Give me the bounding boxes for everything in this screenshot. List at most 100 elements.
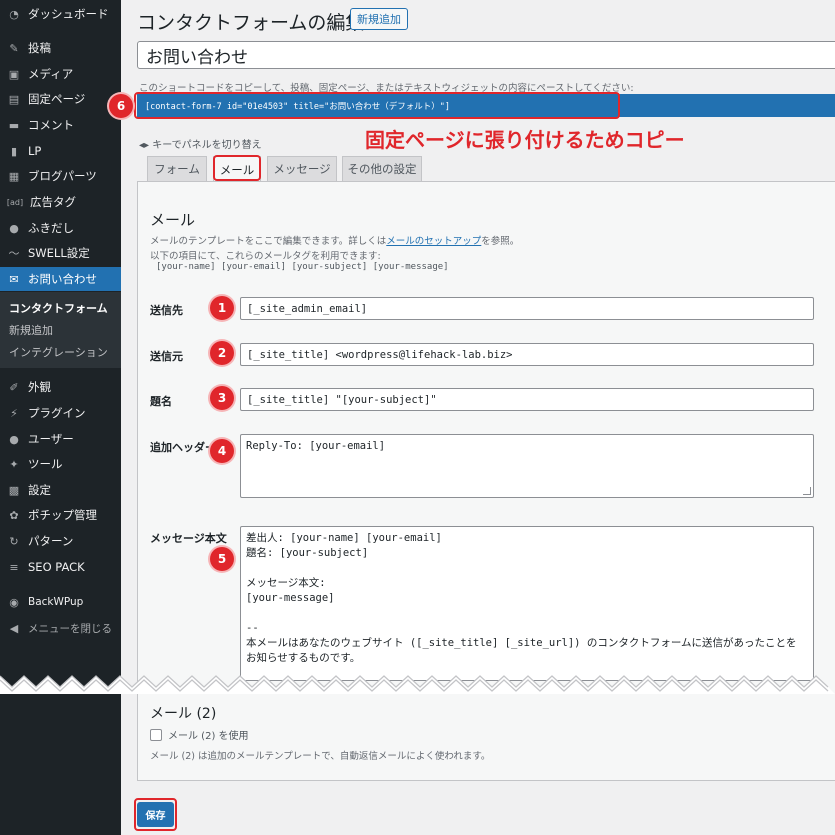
sidebar-item-14[interactable]: ✦ ツール xyxy=(0,452,121,476)
tab-message[interactable]: メッセージ xyxy=(267,156,337,181)
subject-label: 題名 xyxy=(150,395,172,408)
body-textarea[interactable]: 差出人: [your-name] [your-email] 題名: [your-… xyxy=(240,526,814,681)
sidebar-item-9[interactable]: 〜 SWELL設定 xyxy=(0,241,121,265)
sidebar-item-12[interactable]: ⚡ プラグイン xyxy=(0,401,121,425)
mail2-title: メール (2) xyxy=(150,706,217,722)
headers-text: Reply-To: [your-email] xyxy=(246,440,386,452)
sidebar-item-7[interactable]: [ad] 広告タグ xyxy=(0,190,121,214)
mail-desc-before: メールのテンプレートをここで編集できます。詳しくは xyxy=(150,236,387,247)
mail-description: メールのテンプレートをここで編集できます。詳しくはメールのセットアップを参照。 xyxy=(150,233,519,247)
backwpup-icon: ◉ xyxy=(9,595,19,609)
sidebar-item-label: ダッシュボード xyxy=(28,7,109,21)
tab-other-settings[interactable]: その他の設定 xyxy=(342,156,422,181)
contact-submenu: コンタクトフォーム 新規追加 インテグレーション xyxy=(0,292,121,368)
save-button[interactable]: 保存 xyxy=(137,802,174,827)
media-icon: ▣ xyxy=(8,67,20,81)
sidebar-item-label: ポチップ管理 xyxy=(28,508,97,522)
brush-icon: ✐ xyxy=(9,380,19,394)
sidebar-item-10[interactable]: ✉ お問い合わせ xyxy=(0,267,121,291)
plugin-icon: ⚡ xyxy=(10,406,18,420)
sidebar-item-18[interactable]: ≡ SEO PACK xyxy=(0,555,121,579)
sidebar-item-label: 設定 xyxy=(28,483,51,497)
headers-textarea[interactable]: Reply-To: [your-email] xyxy=(240,434,814,498)
page-icon: ▤ xyxy=(8,92,20,106)
sidebar-item-label: ツール xyxy=(28,457,63,471)
resize-handle[interactable] xyxy=(803,487,811,495)
panel-switch-hint: ◂▸ キーでパネルを切り替え xyxy=(139,140,262,151)
paw-icon: ✿ xyxy=(9,508,19,522)
shortcode-field[interactable]: [contact-form-7 id="01e4503" title="お問い合… xyxy=(137,94,835,117)
comment-icon: ▬ xyxy=(8,118,20,132)
mail-desc-after: を参照。 xyxy=(481,236,520,247)
sidebar-item-label: SWELL設定 xyxy=(28,246,90,260)
dashboard-icon: ◔ xyxy=(9,7,19,21)
sidebar-item-label: SEO PACK xyxy=(28,560,85,574)
sidebar-item-label: お問い合わせ xyxy=(28,272,97,286)
seo-icon: ≡ xyxy=(9,560,19,574)
submenu-item-add-new[interactable]: 新規追加 xyxy=(9,322,53,338)
sidebar-item-8[interactable]: ● ふきだし xyxy=(0,216,121,240)
sidebar-item-15[interactable]: ▩ 設定 xyxy=(0,478,121,502)
document-icon: ▮ xyxy=(10,144,18,158)
sidebar-item-11[interactable]: ✐ 外観 xyxy=(0,375,121,399)
mail-setup-link[interactable]: メールのセットアップ xyxy=(386,236,481,247)
swell-icon: 〜 xyxy=(8,247,20,260)
mail2-checkbox-row[interactable]: メール (2) を使用 xyxy=(150,727,249,742)
form-title-input[interactable]: お問い合わせ xyxy=(137,41,835,69)
shortcode-description: このショートコードをコピーして、投稿、固定ページ、またはテキストウィジェットの内… xyxy=(139,83,634,94)
step-badge-5: 5 xyxy=(210,547,234,571)
step-badge-2: 2 xyxy=(210,341,234,365)
subject-input[interactable]: [_site_title] "[your-subject]" xyxy=(240,388,814,411)
to-input[interactable]: [_site_admin_email] xyxy=(240,297,814,320)
sidebar-item-label: 投稿 xyxy=(28,41,51,55)
sidebar-item-label: BackWPup xyxy=(28,596,84,608)
user-icon: ● xyxy=(9,432,19,446)
step-badge-3: 3 xyxy=(210,386,234,410)
sidebar-item-16[interactable]: ✿ ポチップ管理 xyxy=(0,503,121,527)
sidebar-item-17[interactable]: ↻ パターン xyxy=(0,529,121,553)
sidebar-item-0[interactable]: ◔ ダッシュボード xyxy=(0,2,121,26)
tab-form[interactable]: フォーム xyxy=(147,156,207,181)
sidebar-item-label: メニューを閉じる xyxy=(28,622,112,635)
sidebar-item-label: LP xyxy=(28,144,42,158)
main-content: コンタクトフォームの編集 新規追加 お問い合わせ このショートコードをコピーして… xyxy=(109,0,835,835)
wrench-icon: ✦ xyxy=(9,457,19,471)
cut-indicator xyxy=(0,675,835,694)
step-badge-6: 6 xyxy=(109,94,133,118)
sidebar-item-2[interactable]: ▣ メディア xyxy=(0,62,121,86)
sidebar-item-20[interactable]: ◀ メニューを閉じる xyxy=(0,616,121,640)
from-input[interactable]: [_site_title] <wordpress@lifehack-lab.bi… xyxy=(240,343,814,366)
mail2-checkbox[interactable] xyxy=(150,728,162,741)
to-label: 送信先 xyxy=(150,304,183,317)
sidebar-item-label: ふきだし xyxy=(28,221,74,235)
settings-icon: ▩ xyxy=(8,483,20,497)
from-label: 送信元 xyxy=(150,350,183,363)
sidebar-item-6[interactable]: ▦ ブログパーツ xyxy=(0,164,121,188)
sidebar-item-19[interactable]: ◉ BackWPup xyxy=(0,590,121,614)
sidebar-item-label: プラグイン xyxy=(28,406,86,420)
mail-icon: ✉ xyxy=(9,272,19,286)
sidebar-item-1[interactable]: ✎ 投稿 xyxy=(0,36,121,60)
headers-label: 追加ヘッダー xyxy=(150,441,216,454)
tab-mail[interactable]: メール xyxy=(213,156,261,182)
sidebar-item-label: 外観 xyxy=(28,380,51,394)
sidebar-item-label: 固定ページ xyxy=(28,92,86,106)
sidebar-item-label: 広告タグ xyxy=(30,195,76,209)
pin-icon: ✎ xyxy=(9,41,19,55)
sidebar-item-label: メディア xyxy=(28,67,74,81)
step-badge-4: 4 xyxy=(210,439,234,463)
mail2-checkbox-label: メール (2) を使用 xyxy=(168,731,249,742)
collapse-icon: ◀ xyxy=(9,621,19,635)
sidebar-item-5[interactable]: ▮ LP xyxy=(0,139,121,163)
page-title: コンタクトフォームの編集 xyxy=(137,12,365,34)
sidebar-item-13[interactable]: ● ユーザー xyxy=(0,427,121,451)
sidebar-item-4[interactable]: ▬ コメント xyxy=(0,113,121,137)
submenu-item-contact-form[interactable]: コンタクトフォーム xyxy=(9,300,108,316)
submenu-item-integration[interactable]: インテグレーション xyxy=(9,344,108,360)
mail-section-title: メール xyxy=(150,211,196,229)
sidebar-item-3[interactable]: ▤ 固定ページ xyxy=(0,87,121,111)
sidebar-item-label: ブログパーツ xyxy=(28,169,97,183)
add-new-button[interactable]: 新規追加 xyxy=(350,8,408,30)
mail-tags-description: 以下の項目にて、これらのメールタグを利用できます: xyxy=(150,251,381,262)
sidebar-item-label: ユーザー xyxy=(28,432,74,446)
